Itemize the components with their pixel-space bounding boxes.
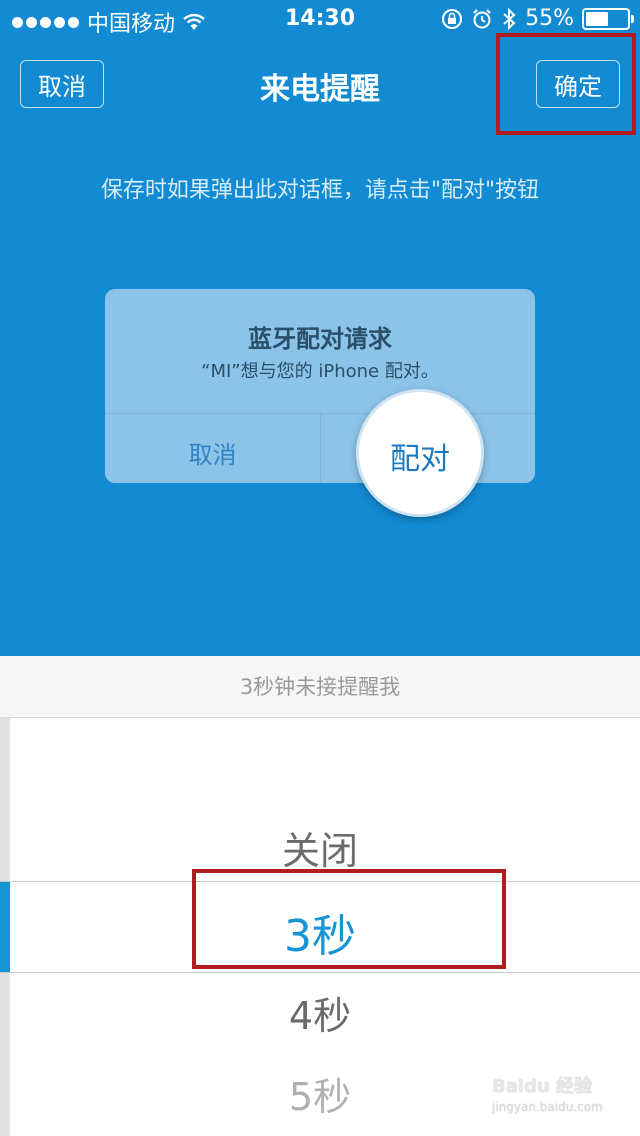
picker-option-4s[interactable]: 4秒 bbox=[0, 985, 640, 1040]
battery-percent: 55% bbox=[525, 6, 574, 31]
watermark-logo: Baidu 经验 bbox=[492, 1076, 593, 1097]
pair-label: 配对 bbox=[390, 442, 450, 477]
watermark-url: jingyan.baidu.com bbox=[492, 1100, 603, 1114]
pairing-hint-text: 保存时如果弹出此对话框，请点击"配对"按钮 bbox=[100, 178, 540, 203]
confirm-highlight-box bbox=[496, 33, 636, 135]
selection-highlight-box bbox=[192, 869, 506, 969]
battery-level-fill bbox=[586, 11, 608, 26]
pair-button-magnifier: 配对 bbox=[356, 389, 484, 517]
dialog-cancel-label: 取消 bbox=[188, 441, 237, 469]
battery-icon bbox=[582, 7, 634, 30]
bluetooth-icon bbox=[503, 7, 516, 30]
picker-selection-bottom-line bbox=[0, 972, 640, 973]
watermark: Baidu 经验 jingyan.baidu.com bbox=[492, 1072, 622, 1122]
picker-header: 3秒钟未接提醒我 bbox=[0, 656, 640, 718]
rotation-lock-icon bbox=[442, 8, 463, 29]
alarm-icon bbox=[473, 8, 491, 28]
dialog-message: “MI”想与您的 iPhone 配对。 bbox=[201, 361, 439, 382]
status-right: 55% bbox=[441, 6, 634, 31]
dialog-divider-vertical bbox=[320, 413, 321, 483]
picker-option-off[interactable]: 关闭 bbox=[0, 820, 640, 875]
dialog-title: 蓝牙配对请求 bbox=[248, 325, 392, 353]
